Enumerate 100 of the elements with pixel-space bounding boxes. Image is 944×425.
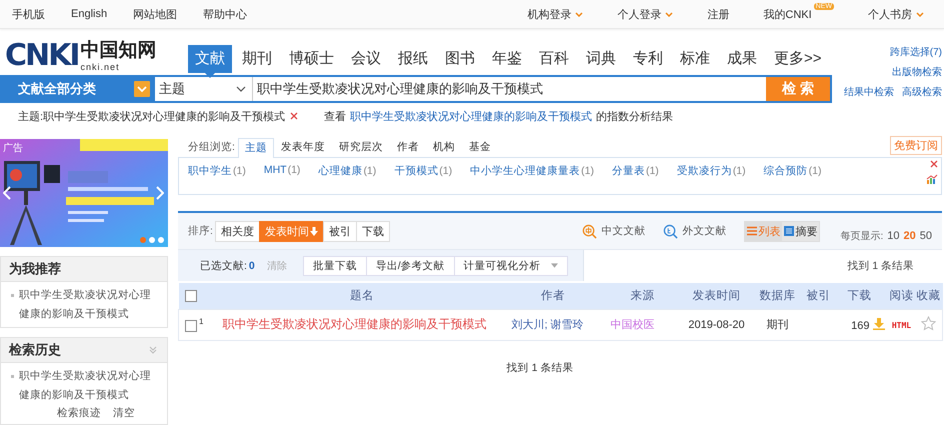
column-header: 发表时间 bbox=[692, 290, 740, 302]
panel-title: 为我推荐 bbox=[9, 260, 61, 278]
column-header: 收藏 bbox=[916, 290, 940, 302]
row-number: 1 bbox=[199, 317, 204, 326]
group-tab[interactable]: 主题 bbox=[238, 138, 274, 158]
caret-icon bbox=[575, 12, 584, 16]
logo-text: 中国知网 bbox=[80, 40, 157, 62]
table-cell: 2019-08-20 bbox=[688, 318, 745, 330]
nav-tab[interactable]: 词典 bbox=[579, 45, 623, 73]
top-link[interactable]: 网站地图 bbox=[133, 6, 178, 22]
language-filter[interactable]: 中文文献 bbox=[582, 224, 646, 238]
topic-tag[interactable]: 综合预防(1) bbox=[764, 164, 822, 194]
new-badge: NEW bbox=[814, 2, 834, 10]
star-icon[interactable] bbox=[920, 316, 936, 330]
row-checkbox[interactable] bbox=[185, 320, 197, 332]
article-title-link[interactable]: 职中学生受欺凌状况对心理健康的影响及干预模式 bbox=[218, 317, 486, 331]
top-link[interactable]: 帮助中心 bbox=[203, 6, 248, 22]
logo-text: CNKI bbox=[5, 40, 79, 70]
topic-tag[interactable]: 分量表(1) bbox=[612, 164, 659, 194]
top-link[interactable]: 手机版 bbox=[12, 6, 45, 22]
arrow-down-icon bbox=[310, 226, 318, 236]
column-header: 来源 bbox=[630, 290, 654, 302]
close-icon[interactable] bbox=[290, 112, 298, 120]
top-link[interactable]: 个人登录 bbox=[617, 6, 674, 22]
group-tab[interactable]: 发表年度 bbox=[274, 137, 332, 157]
side-link[interactable]: 高级检索 bbox=[902, 86, 942, 99]
top-link[interactable]: 注册 bbox=[707, 6, 730, 22]
table-cell: 169 bbox=[851, 320, 870, 332]
nav-tab[interactable]: 期刊 bbox=[235, 45, 279, 73]
result-count: 找到 1 条结果 bbox=[847, 258, 914, 272]
select-all-checkbox[interactable] bbox=[184, 290, 196, 302]
column-header: 题名 bbox=[350, 290, 374, 302]
caret-icon bbox=[916, 12, 924, 16]
page-size-option[interactable]: 10 bbox=[887, 230, 900, 242]
nav-tab[interactable]: 博硕士 bbox=[282, 45, 341, 73]
nav-tab[interactable]: 百科 bbox=[532, 45, 576, 73]
topic-tag[interactable]: 职中学生(1) bbox=[188, 164, 246, 194]
query-text: 的指数分析结果 bbox=[596, 110, 674, 124]
selected-count: 0 bbox=[248, 260, 255, 272]
html-link[interactable]: HTML bbox=[892, 320, 912, 330]
toolbar-button[interactable]: 计量可视化分析 bbox=[454, 256, 568, 276]
side-link[interactable]: 跨库选择(7) bbox=[890, 46, 942, 59]
page-size-label: 每页显示: bbox=[840, 230, 884, 243]
group-tab[interactable]: 机构 bbox=[426, 137, 462, 157]
caret-icon bbox=[665, 12, 674, 16]
caret-icon bbox=[550, 263, 558, 268]
selected-label: 已选文献: bbox=[200, 258, 247, 272]
history-link[interactable]: 职中学生受欺凌状况对心理健康的影响及干预模式 bbox=[19, 367, 161, 405]
close-icon[interactable] bbox=[930, 160, 938, 168]
column-header: 阅读 bbox=[890, 290, 914, 302]
top-link[interactable]: 个人书房 bbox=[868, 6, 924, 22]
nav-tab[interactable]: 专利 bbox=[626, 45, 670, 73]
sort-option[interactable]: 被引 bbox=[322, 220, 357, 242]
nav-tab[interactable]: 图书 bbox=[438, 45, 482, 73]
sort-label: 排序: bbox=[188, 224, 213, 238]
nav-tab[interactable]: 更多>> bbox=[767, 45, 829, 73]
nav-tab[interactable]: 会议 bbox=[344, 45, 388, 73]
topic-tag[interactable]: 中小学生心理健康量表(1) bbox=[470, 164, 594, 194]
topic-tag[interactable]: 受欺凌行为(1) bbox=[676, 164, 746, 194]
nav-tab[interactable]: 文献 bbox=[188, 45, 232, 73]
column-header: 作者 bbox=[541, 290, 565, 302]
document-icon bbox=[784, 226, 794, 236]
bullet-icon bbox=[11, 375, 14, 378]
nav-tab[interactable]: 标准 bbox=[673, 45, 717, 73]
table-cell: 期刊 bbox=[766, 319, 788, 331]
toolbar-button[interactable]: 批量下载 bbox=[302, 256, 367, 276]
toolbar-button[interactable]: 导出/参考文献 bbox=[366, 256, 455, 276]
language-filter[interactable]: 外文文献 bbox=[663, 224, 726, 238]
group-tab[interactable]: 作者 bbox=[390, 137, 426, 157]
expand-icon[interactable] bbox=[149, 346, 157, 354]
group-label: 分组浏览: bbox=[188, 140, 235, 155]
download-icon[interactable] bbox=[872, 318, 884, 330]
author-link[interactable]: 刘大川; 谢雪玲 bbox=[506, 319, 584, 331]
history-action-link[interactable]: 检索痕迹 bbox=[57, 405, 101, 421]
column-header: 下载 bbox=[848, 290, 872, 302]
side-link[interactable]: 出版物检索 bbox=[892, 66, 942, 79]
topic-tag[interactable]: MHT(1) bbox=[264, 164, 300, 194]
column-header: 被引 bbox=[806, 290, 830, 302]
side-link[interactable]: 结果中检索 bbox=[844, 86, 894, 99]
topic-tag[interactable]: 心理健康(1) bbox=[318, 164, 376, 194]
index-analysis-link[interactable]: 职中学生受欺凌状况对心理健康的影响及干预模式 bbox=[350, 108, 592, 124]
recommend-link[interactable]: 职中学生受欺凌状况对心理健康的影响及干预模式 bbox=[19, 286, 161, 324]
history-action-link[interactable]: 清空 bbox=[113, 405, 135, 421]
page-size-option[interactable]: 50 bbox=[920, 230, 932, 242]
chart-icon[interactable] bbox=[926, 174, 938, 184]
top-link[interactable]: 机构登录 bbox=[527, 6, 584, 22]
group-tab[interactable]: 基金 bbox=[462, 137, 498, 157]
nav-tab[interactable]: 报纸 bbox=[391, 45, 435, 73]
panel-title: 检索历史 bbox=[9, 341, 61, 359]
bullet-icon bbox=[11, 294, 14, 297]
column-header: 数据库 bbox=[760, 290, 796, 302]
top-link[interactable]: English bbox=[71, 6, 108, 22]
nav-tab[interactable]: 成果 bbox=[720, 45, 764, 73]
sort-option[interactable]: 下载 bbox=[356, 220, 390, 242]
group-tab[interactable]: 研究层次 bbox=[332, 137, 390, 157]
view-toggle[interactable]: 摘要 bbox=[782, 222, 820, 240]
nav-tab[interactable]: 年鉴 bbox=[485, 45, 529, 73]
list-icon bbox=[747, 226, 758, 236]
topic-tag[interactable]: 干预模式(1) bbox=[394, 164, 452, 194]
sort-option[interactable]: 相关度 bbox=[214, 220, 260, 242]
